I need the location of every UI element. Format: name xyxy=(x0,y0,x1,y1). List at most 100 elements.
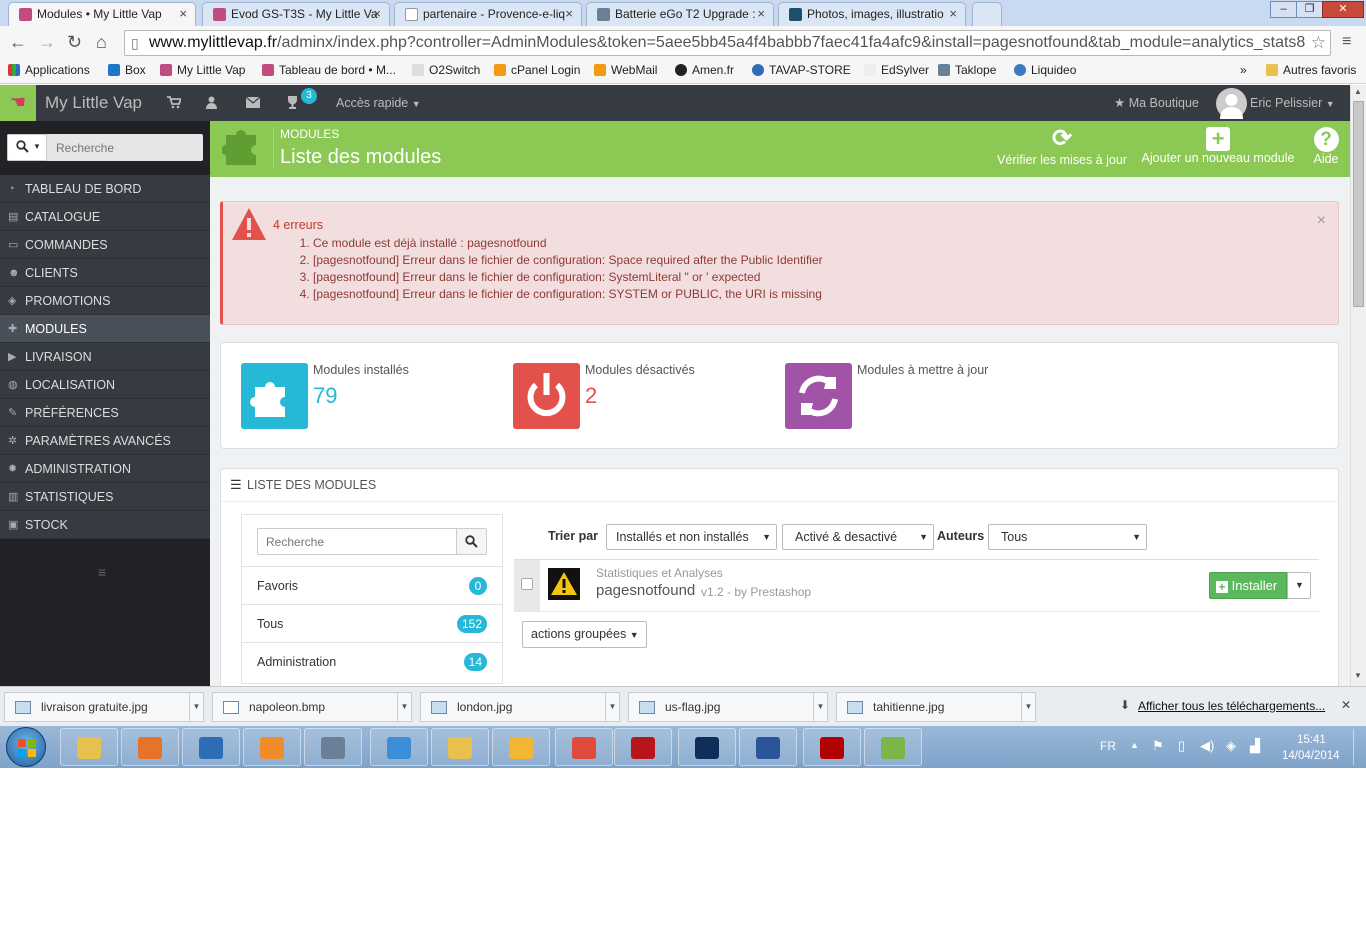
clock-time[interactable]: 15:41 xyxy=(1297,734,1326,746)
bulk-actions-button[interactable]: actions groupées ▼ xyxy=(522,621,647,648)
bookmark-item[interactable]: Taklope xyxy=(938,63,996,77)
flag-icon[interactable]: ⚑ xyxy=(1152,738,1164,754)
taskbar-app-explorer[interactable] xyxy=(60,728,118,766)
browser-tab-batterie[interactable]: Batterie eGo T2 Upgrade : × xyxy=(586,2,774,26)
taskbar-app-acrobat[interactable] xyxy=(614,728,672,766)
avatar[interactable] xyxy=(1216,88,1247,119)
module-search-button[interactable] xyxy=(456,529,486,554)
battery-icon[interactable]: ▯ xyxy=(1178,738,1185,754)
taskbar-app-filezilla[interactable] xyxy=(803,728,861,766)
sidebar-item-clients[interactable]: ☻ CLIENTS xyxy=(0,259,210,287)
download-item[interactable]: us-flag.jpg ▼ xyxy=(628,692,828,722)
menu-icon[interactable]: ≡ xyxy=(1342,33,1351,51)
bookmark-item[interactable]: WebMail xyxy=(594,63,657,77)
sidebar-item-commandes[interactable]: ▭ COMMANDES xyxy=(0,231,210,259)
search-scope-button[interactable]: ▼ xyxy=(7,134,47,161)
address-bar[interactable]: ▯ www.mylittlevap.fr/adminx/index.php?con… xyxy=(124,30,1331,56)
bookmark-item[interactable]: cPanel Login xyxy=(494,63,580,77)
back-arrow-icon[interactable]: ← xyxy=(9,33,27,51)
bookmark-item[interactable]: My Little Vap xyxy=(160,63,245,77)
sidebar-item-préférences[interactable]: ✎ PRÉFÉRENCES xyxy=(0,399,210,427)
caret-down-icon[interactable]: ▼ xyxy=(189,693,203,721)
taskbar-app-notepad-plus[interactable] xyxy=(864,728,922,766)
taskbar-app-security[interactable] xyxy=(304,728,362,766)
caret-down-icon[interactable]: ▼ xyxy=(813,693,827,721)
download-item[interactable]: tahitienne.jpg ▼ xyxy=(836,692,1036,722)
taskbar-app-word[interactable] xyxy=(739,728,797,766)
home-icon[interactable]: ⌂ xyxy=(96,33,107,51)
show-desktop-button[interactable] xyxy=(1353,729,1364,765)
close-tab-icon[interactable]: × xyxy=(179,6,187,21)
user-menu[interactable]: Eric Pelissier ▼ xyxy=(1250,96,1335,110)
close-alert-button[interactable]: × xyxy=(1317,212,1326,230)
close-tab-icon[interactable]: × xyxy=(757,6,765,21)
my-shop-link[interactable]: ★ Ma Boutique xyxy=(1114,95,1199,110)
category-item-favoris[interactable]: Favoris 0 xyxy=(242,566,502,604)
shop-brand[interactable]: My Little Vap xyxy=(45,93,142,113)
sidebar-item-stock[interactable]: ▣ STOCK xyxy=(0,511,210,539)
taskbar-app-tools[interactable] xyxy=(492,728,550,766)
download-item[interactable]: livraison gratuite.jpg ▼ xyxy=(4,692,204,722)
forward-arrow-icon[interactable]: → xyxy=(38,33,56,51)
sidebar-toggle[interactable]: ☚ xyxy=(0,85,36,121)
sidebar-item-statistiques[interactable]: ▥ STATISTIQUES xyxy=(0,483,210,511)
sidebar-item-paramètres-avancés[interactable]: ✲ PARAMÈTRES AVANCÉS xyxy=(0,427,210,455)
bookmark-item[interactable]: Applications xyxy=(8,63,90,77)
scroll-up-icon[interactable]: ▲ xyxy=(1354,87,1362,96)
bookmark-item[interactable]: TAVAP-STORE xyxy=(752,63,851,77)
filter-install-select[interactable]: Installés et non installés ▼ xyxy=(606,524,777,550)
close-window-button[interactable]: ✕ xyxy=(1322,1,1364,18)
start-button[interactable] xyxy=(6,727,46,767)
sidebar-item-promotions[interactable]: ◈ PROMOTIONS xyxy=(0,287,210,315)
check-updates-button[interactable]: ⟳ Vérifier les mises à jour xyxy=(994,125,1130,167)
minimize-button[interactable]: – xyxy=(1270,1,1297,18)
bookmark-item[interactable]: O2Switch xyxy=(412,63,480,77)
download-item[interactable]: napoleon.bmp ▼ xyxy=(212,692,412,722)
category-item-tous[interactable]: Tous 152 xyxy=(242,604,502,642)
collapse-menu-icon[interactable]: ≡ xyxy=(98,564,106,580)
module-search-input[interactable] xyxy=(258,529,456,554)
language-indicator[interactable]: FR xyxy=(1100,739,1116,753)
download-item[interactable]: london.jpg ▼ xyxy=(420,692,620,722)
taskbar-app-chrome[interactable] xyxy=(555,728,613,766)
close-tab-icon[interactable]: × xyxy=(565,6,573,21)
new-tab-button[interactable] xyxy=(972,2,1002,26)
volume-icon[interactable]: ◀) xyxy=(1200,738,1214,754)
install-options-dropdown[interactable]: ▼ xyxy=(1287,572,1311,599)
taskbar-app-internet-explorer[interactable] xyxy=(370,728,428,766)
taskbar-app-media-player[interactable] xyxy=(243,728,301,766)
add-module-button[interactable]: + Ajouter un nouveau module xyxy=(1140,125,1296,166)
cart-icon[interactable] xyxy=(167,96,183,112)
sidebar-item-modules[interactable]: ✚ MODULES xyxy=(0,315,210,343)
quick-access-menu[interactable]: Accès rapide ▼ xyxy=(336,96,421,110)
caret-down-icon[interactable]: ▼ xyxy=(1021,693,1035,721)
close-tab-icon[interactable]: × xyxy=(373,6,381,21)
help-button[interactable]: ? Aide xyxy=(1306,125,1346,166)
show-all-downloads-link[interactable]: Afficher tous les téléchargements... xyxy=(1138,699,1325,713)
browser-tab-modules[interactable]: Modules • My Little Vap × xyxy=(8,2,196,26)
close-tab-icon[interactable]: × xyxy=(949,6,957,21)
breadcrumb[interactable]: MODULES xyxy=(280,127,339,141)
taskbar-app-thunderbird[interactable] xyxy=(182,728,240,766)
envelope-icon[interactable] xyxy=(245,96,261,111)
caret-down-icon[interactable]: ▼ xyxy=(605,693,619,721)
caret-down-icon[interactable]: ▼ xyxy=(397,693,411,721)
scroll-down-icon[interactable]: ▼ xyxy=(1354,671,1362,680)
network-icon[interactable]: ▟ xyxy=(1250,738,1260,754)
category-item-administration[interactable]: Administration 14 xyxy=(242,642,502,680)
filter-status-select[interactable]: Activé & desactivé ▼ xyxy=(782,524,934,550)
trophy-icon[interactable] xyxy=(286,96,299,112)
taskbar-app-outlook[interactable] xyxy=(431,728,489,766)
sidebar-search-input[interactable] xyxy=(48,134,203,161)
bookmark-item[interactable]: Liquideo xyxy=(1014,63,1076,77)
reload-icon[interactable]: ↻ xyxy=(67,33,82,51)
bookmarks-more-button[interactable]: » xyxy=(1240,63,1247,77)
install-button[interactable]: + Installer xyxy=(1209,572,1287,599)
scrollbar-thumb[interactable] xyxy=(1353,101,1364,307)
sidebar-item-tableau-de-bord[interactable]: ◔ TABLEAU DE BORD xyxy=(0,175,210,203)
module-checkbox[interactable] xyxy=(521,578,533,590)
security-icon[interactable]: ◈ xyxy=(1226,738,1236,754)
browser-tab-photos[interactable]: Photos, images, illustratio × xyxy=(778,2,966,26)
sidebar-item-catalogue[interactable]: ▤ CATALOGUE xyxy=(0,203,210,231)
close-shelf-button[interactable]: ✕ xyxy=(1341,698,1351,712)
